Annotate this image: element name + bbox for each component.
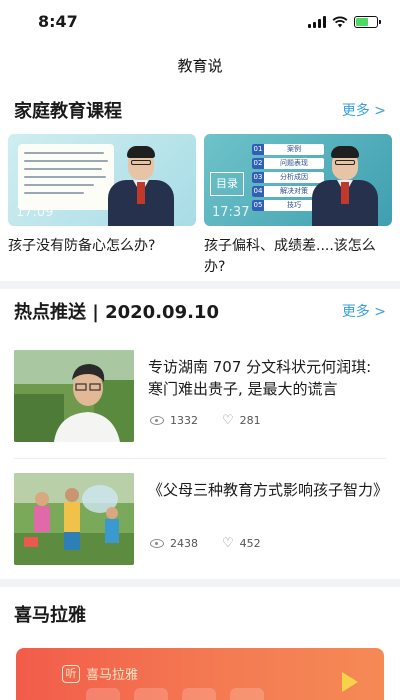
signal-icon [308, 16, 326, 28]
news-stats: 2438 ♡ 452 [150, 537, 285, 550]
page-title: 教育说 [177, 57, 223, 75]
hot-more-link[interactable]: 更多 > [342, 301, 386, 321]
himalaya-section-header: 喜马拉雅 [14, 601, 386, 629]
course-thumbnail[interactable]: 17:09 [8, 134, 196, 226]
news-thumbnail[interactable] [14, 473, 134, 565]
news-thumbnail[interactable] [14, 350, 134, 442]
news-title[interactable]: 《父母三种教育方式影响孩子智力》 [148, 479, 388, 501]
heart-icon[interactable]: ♡ [222, 414, 234, 427]
kids-playing-photo [14, 473, 134, 565]
himalaya-banner[interactable]: 听 喜马拉雅 [16, 648, 384, 700]
like-count: 281 [239, 414, 261, 427]
news-title[interactable]: 专访湖南 707 分文科状元何润琪: 寒门难出贵子, 是最大的谎言 [148, 356, 388, 400]
eye-icon [150, 416, 164, 425]
play-icon [342, 672, 358, 692]
listen-icon: 听 [62, 664, 80, 683]
section-divider [0, 281, 400, 289]
course-card[interactable]: 17:09 孩子没有防备心怎么办? [8, 134, 196, 257]
toc-row: 01 案例 [252, 144, 324, 155]
like-count: 452 [239, 537, 261, 550]
toc-label: 目录 [210, 172, 244, 196]
heart-icon[interactable]: ♡ [222, 537, 234, 550]
course-duration: 17:09 [16, 205, 54, 220]
section-divider [0, 579, 400, 587]
wifi-icon [332, 16, 348, 28]
eye-icon [150, 539, 164, 548]
toc-row: 02 问题表现 [252, 158, 324, 169]
view-count: 1332 [170, 414, 198, 427]
courses-more-link[interactable]: 更多 > [342, 100, 386, 120]
himalaya-logo: 听 喜马拉雅 [62, 664, 138, 683]
hot-section-title: 热点推送 | 2020.09.10 [14, 302, 219, 323]
course-thumbnail[interactable]: 目录 01 案例 02 问题表现 03 分析成因 04 解决对策 05 技巧 17:37 [204, 134, 392, 226]
news-stats: 1332 ♡ 281 [150, 414, 285, 427]
himalaya-logo-text: 喜马拉雅 [86, 668, 139, 683]
toc-row: 03 分析成因 [252, 172, 324, 183]
status-icons [308, 15, 381, 29]
view-count: 2438 [170, 537, 198, 550]
status-time: 8:47 [38, 12, 78, 31]
news-item[interactable]: 《父母三种教育方式影响孩子智力》 2438 ♡ 452 [14, 473, 388, 565]
portrait-photo [14, 350, 134, 442]
course-caption[interactable]: 孩子没有防备心怎么办? [8, 236, 196, 257]
list-divider [14, 458, 386, 459]
status-bar: 8:47 [0, 0, 400, 44]
news-item[interactable]: 专访湖南 707 分文科状元何润琪: 寒门难出贵子, 是最大的谎言 1332 ♡… [14, 350, 386, 442]
courses-section-title: 家庭教育课程 [14, 101, 122, 122]
courses-section-header: 家庭教育课程 更多 > [14, 97, 386, 125]
banner-headline-graphic [86, 688, 286, 700]
battery-icon [354, 16, 381, 28]
hot-section-header: 热点推送 | 2020.09.10 更多 > [14, 298, 386, 326]
slide-panel [18, 144, 114, 210]
himalaya-section-title: 喜马拉雅 [14, 605, 86, 626]
course-duration: 17:37 [212, 205, 250, 220]
course-caption[interactable]: 孩子偏科、成绩差....该怎么办? [204, 236, 392, 278]
course-card[interactable]: 目录 01 案例 02 问题表现 03 分析成因 04 解决对策 05 技巧 17:37 … [204, 134, 392, 278]
